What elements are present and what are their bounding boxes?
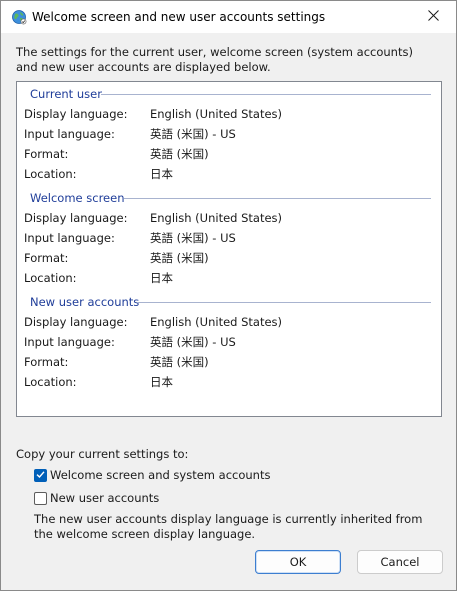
row-value: English (United States) xyxy=(150,107,283,121)
welcome-screen-checkbox[interactable] xyxy=(34,468,47,482)
row-label: Location: xyxy=(24,375,77,389)
row-value: 英語 (米国) - US xyxy=(150,335,236,349)
checkbox-label: Welcome screen and system accounts xyxy=(50,468,271,482)
row-label: Display language: xyxy=(24,315,128,329)
row-label: Format: xyxy=(24,147,69,161)
row-value: 英語 (米国) xyxy=(150,251,209,265)
row-label: Format: xyxy=(24,355,69,369)
welcome-screen-checkbox-row[interactable]: Welcome screen and system accounts xyxy=(34,466,270,484)
inheritance-note: The new user accounts display language i… xyxy=(34,512,423,541)
row-label: Location: xyxy=(24,271,77,285)
globe-icon xyxy=(11,9,27,25)
row-value: 英語 (米国) - US xyxy=(150,127,236,141)
title-bar: Welcome screen and new user accounts set… xyxy=(1,1,456,33)
row-label: Input language: xyxy=(24,127,115,141)
checkmark-icon xyxy=(36,468,45,482)
row-value: 英語 (米国) - US xyxy=(150,231,236,245)
row-label: Input language: xyxy=(24,231,115,245)
row-value: English (United States) xyxy=(150,211,283,225)
close-button[interactable] xyxy=(410,1,456,33)
intro-text: The settings for the current user, welco… xyxy=(16,45,413,74)
section-divider xyxy=(101,94,431,95)
window-title: Welcome screen and new user accounts set… xyxy=(32,10,326,24)
copy-settings-label: Copy your current settings to: xyxy=(16,447,189,461)
row-label: Location: xyxy=(24,167,77,181)
cancel-button[interactable]: Cancel xyxy=(357,550,443,574)
row-value: 日本 xyxy=(150,271,173,285)
settings-panel: Current user Display language: English (… xyxy=(16,81,442,417)
dialog-window: Welcome screen and new user accounts set… xyxy=(0,0,457,591)
new-user-accounts-checkbox[interactable] xyxy=(34,491,47,505)
section-heading: Welcome screen xyxy=(30,191,125,205)
row-value: 日本 xyxy=(150,167,173,181)
row-label: Input language: xyxy=(24,335,115,349)
row-value: 英語 (米国) xyxy=(150,147,209,161)
row-label: Format: xyxy=(24,251,69,265)
section-divider xyxy=(137,302,431,303)
row-value: English (United States) xyxy=(150,315,283,329)
row-value: 日本 xyxy=(150,375,173,389)
section-heading: New user accounts xyxy=(30,295,140,309)
section-divider xyxy=(124,198,431,199)
ok-button[interactable]: OK xyxy=(255,550,341,574)
row-label: Display language: xyxy=(24,107,128,121)
row-value: 英語 (米国) xyxy=(150,355,209,369)
row-label: Display language: xyxy=(24,211,128,225)
new-user-accounts-checkbox-row[interactable]: New user accounts xyxy=(34,489,159,507)
close-icon xyxy=(427,10,439,24)
section-heading: Current user xyxy=(30,87,102,101)
checkbox-label: New user accounts xyxy=(50,491,160,505)
